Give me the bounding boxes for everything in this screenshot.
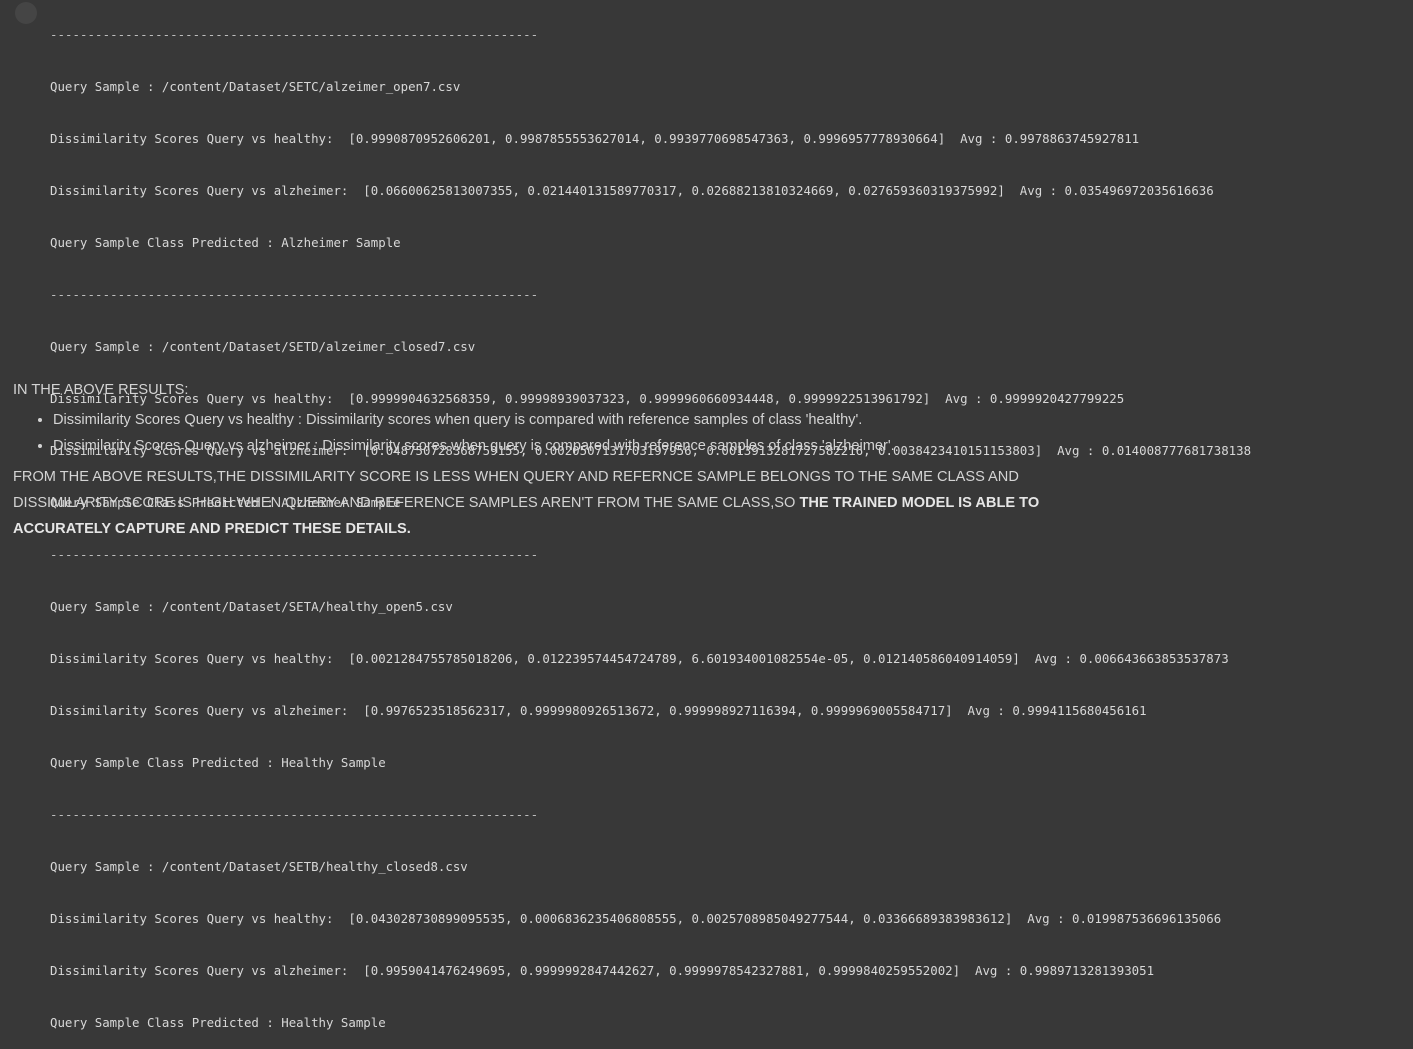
results-heading: IN THE ABOVE RESULTS: — [13, 382, 189, 398]
output-line-scores-alzheimer: Dissimilarity Scores Query vs alzheimer:… — [50, 963, 1155, 979]
output-line-query-sample: Query Sample : /content/Dataset/SETC/alz… — [50, 78, 461, 94]
output-line-query-sample: Query Sample : /content/Dataset/SETD/alz… — [50, 338, 476, 354]
output-line-scores-alzheimer: Dissimilarity Scores Query vs alzheimer:… — [50, 182, 1214, 198]
output-separator: ----------------------------------------… — [50, 26, 539, 42]
definitions-list: Dissimilarity Scores Query vs healthy : … — [13, 410, 1403, 456]
output-separator: ----------------------------------------… — [50, 286, 539, 302]
output-line-query-sample: Query Sample : /content/Dataset/SETB/hea… — [50, 859, 468, 875]
conclusion-paragraph: FROM THE ABOVE RESULTS,THE DISSIMILARITY… — [13, 464, 1053, 542]
output-line-prediction: Query Sample Class Predicted : Healthy S… — [50, 1015, 386, 1031]
output-line-scores-healthy: Dissimilarity Scores Query vs healthy: [… — [50, 651, 1229, 667]
output-line-prediction: Query Sample Class Predicted : Healthy S… — [50, 755, 386, 771]
markdown-cell: IN THE ABOVE RESULTS: Dissimilarity Scor… — [13, 380, 1403, 542]
cell-run-indicator[interactable] — [15, 2, 37, 24]
output-line-query-sample: Query Sample : /content/Dataset/SETA/hea… — [50, 599, 453, 615]
output-line-scores-healthy: Dissimilarity Scores Query vs healthy: [… — [50, 911, 1222, 927]
definition-item-healthy: Dissimilarity Scores Query vs healthy : … — [53, 410, 1403, 430]
output-separator: ----------------------------------------… — [50, 547, 539, 562]
output-separator: ----------------------------------------… — [50, 807, 539, 823]
definition-item-alzheimer: Dissimilarity Scores Query vs alzheimer … — [53, 436, 1403, 456]
output-line-prediction: Query Sample Class Predicted : Alzheimer… — [50, 234, 401, 250]
output-line-scores-alzheimer: Dissimilarity Scores Query vs alzheimer:… — [50, 703, 1147, 719]
output-line-scores-healthy: Dissimilarity Scores Query vs healthy: [… — [50, 130, 1140, 146]
